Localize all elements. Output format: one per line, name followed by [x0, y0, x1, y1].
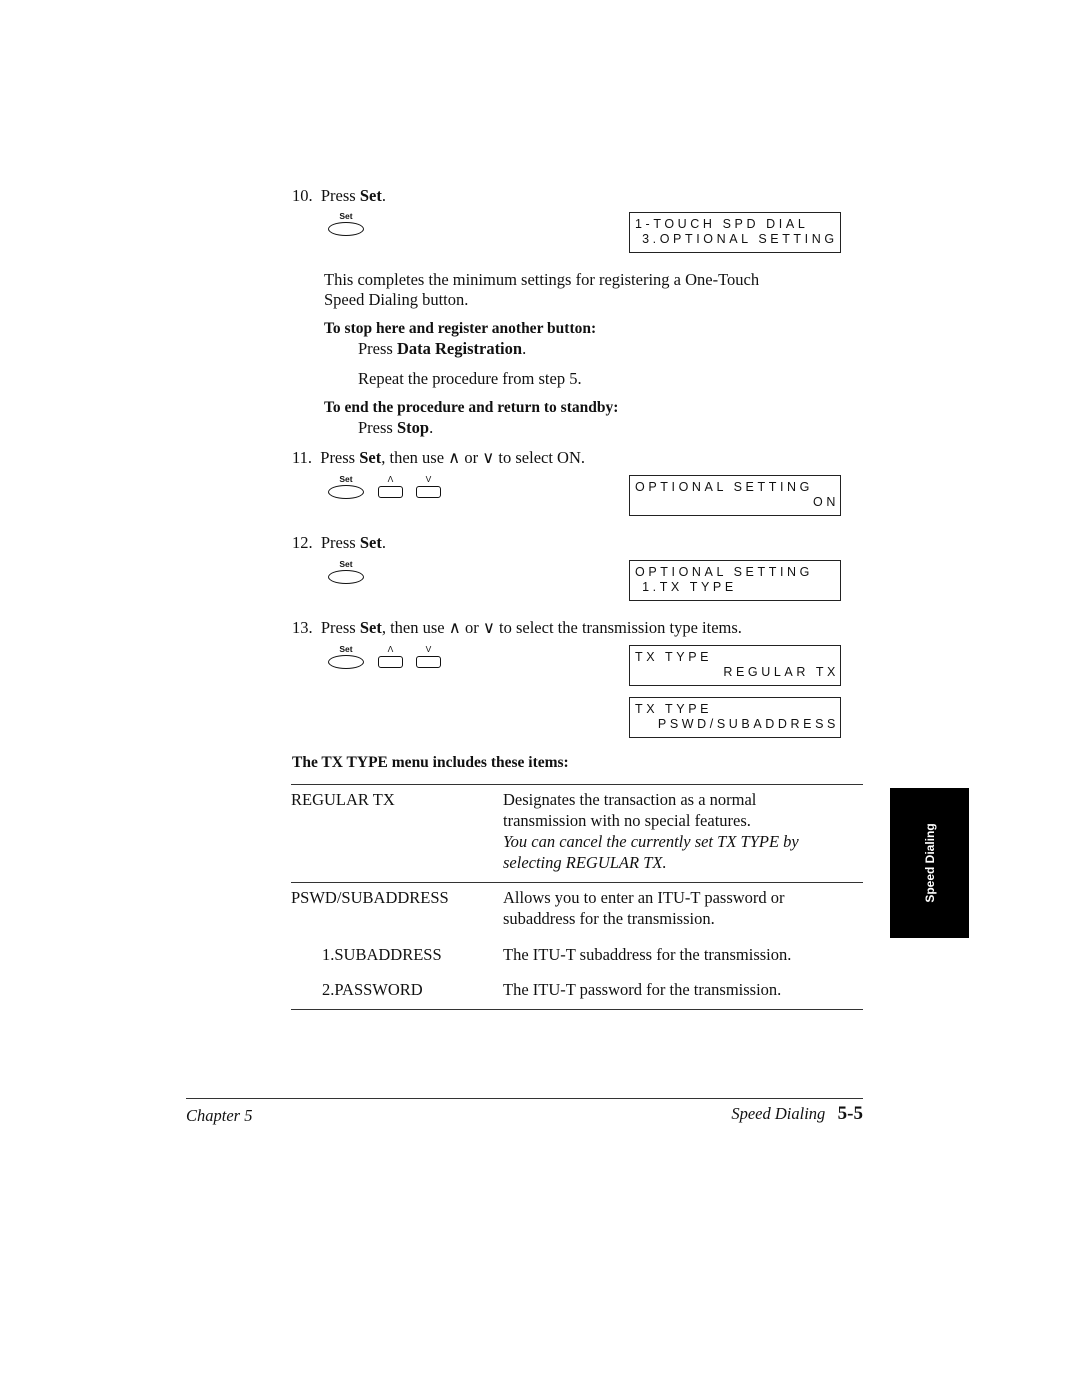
- table-desc: transmission with no special features.: [503, 811, 751, 830]
- step-12: 12. Press Set.: [292, 533, 386, 552]
- footer-chapter: Chapter 5: [186, 1106, 253, 1125]
- chapter-side-tab: Speed Dialing: [890, 788, 969, 938]
- sub-heading: To end the procedure and return to stand…: [324, 399, 619, 416]
- table-term: 2.PASSWORD: [322, 980, 423, 999]
- footer-page: Speed Dialing 5-5: [731, 1103, 863, 1124]
- table-term: REGULAR TX: [291, 790, 395, 809]
- lcd-display: OPTIONAL SETTING ON: [629, 475, 841, 516]
- end-instruction: Press Stop.: [358, 418, 434, 437]
- repeat-text: Repeat the procedure from step 5.: [358, 369, 582, 388]
- step-13: 13. Press Set, then use ∧ or ∨ to select…: [292, 618, 742, 637]
- table-desc: The ITU-T subaddress for the transmissio…: [503, 945, 792, 964]
- divider: [291, 1009, 863, 1010]
- set-key-icon: Set: [328, 644, 364, 669]
- manual-page: 10. Press Set. Set 1-TOUCH SPD DIAL 3.OP…: [0, 0, 1080, 1397]
- table-desc: Allows you to enter an ITU-T password or: [503, 888, 785, 907]
- table-note: selecting REGULAR TX.: [503, 853, 667, 872]
- table-term: 1.SUBADDRESS: [322, 945, 442, 964]
- table-desc: subaddress for the transmission.: [503, 909, 715, 928]
- note-text: This completes the minimum settings for …: [324, 270, 760, 289]
- step-text: .: [381, 186, 386, 205]
- step-11: 11. Press Set, then use ∧ or ∨ to select…: [292, 448, 586, 467]
- table-desc: Designates the transaction as a normal: [503, 790, 757, 809]
- lcd-display: TX TYPE REGULAR TX: [629, 645, 841, 686]
- set-key-icon: Set: [328, 211, 364, 236]
- lcd-display: TX TYPE PSWD/SUBADDRESS: [629, 697, 841, 738]
- step-text: Press: [320, 186, 360, 205]
- stop-instruction: Press Data Registration.: [358, 339, 527, 358]
- note-text: Speed Dialing button.: [324, 290, 469, 309]
- sub-heading: To stop here and register another button…: [324, 320, 597, 337]
- down-key-icon: V: [416, 644, 441, 668]
- table-heading: The TX TYPE menu includes these items:: [292, 754, 569, 771]
- up-key-icon: Λ: [378, 644, 403, 668]
- divider: [291, 882, 863, 883]
- step-10: 10. Press Set.: [292, 186, 386, 206]
- table-term: PSWD/SUBADDRESS: [291, 888, 449, 907]
- step-number: 10.: [292, 186, 313, 205]
- key-name: Set: [359, 186, 382, 205]
- set-key-icon: Set: [328, 474, 364, 499]
- down-key-icon: V: [416, 474, 441, 498]
- table-note: You can cancel the currently set TX TYPE…: [503, 832, 799, 851]
- lcd-display: 1-TOUCH SPD DIAL 3.OPTIONAL SETTING: [629, 212, 841, 253]
- footer-rule: [186, 1098, 863, 1099]
- set-key-icon: Set: [328, 559, 364, 584]
- table-desc: The ITU-T password for the transmission.: [503, 980, 782, 999]
- up-key-icon: Λ: [378, 474, 403, 498]
- divider: [291, 784, 863, 785]
- lcd-display: OPTIONAL SETTING 1.TX TYPE: [629, 560, 841, 601]
